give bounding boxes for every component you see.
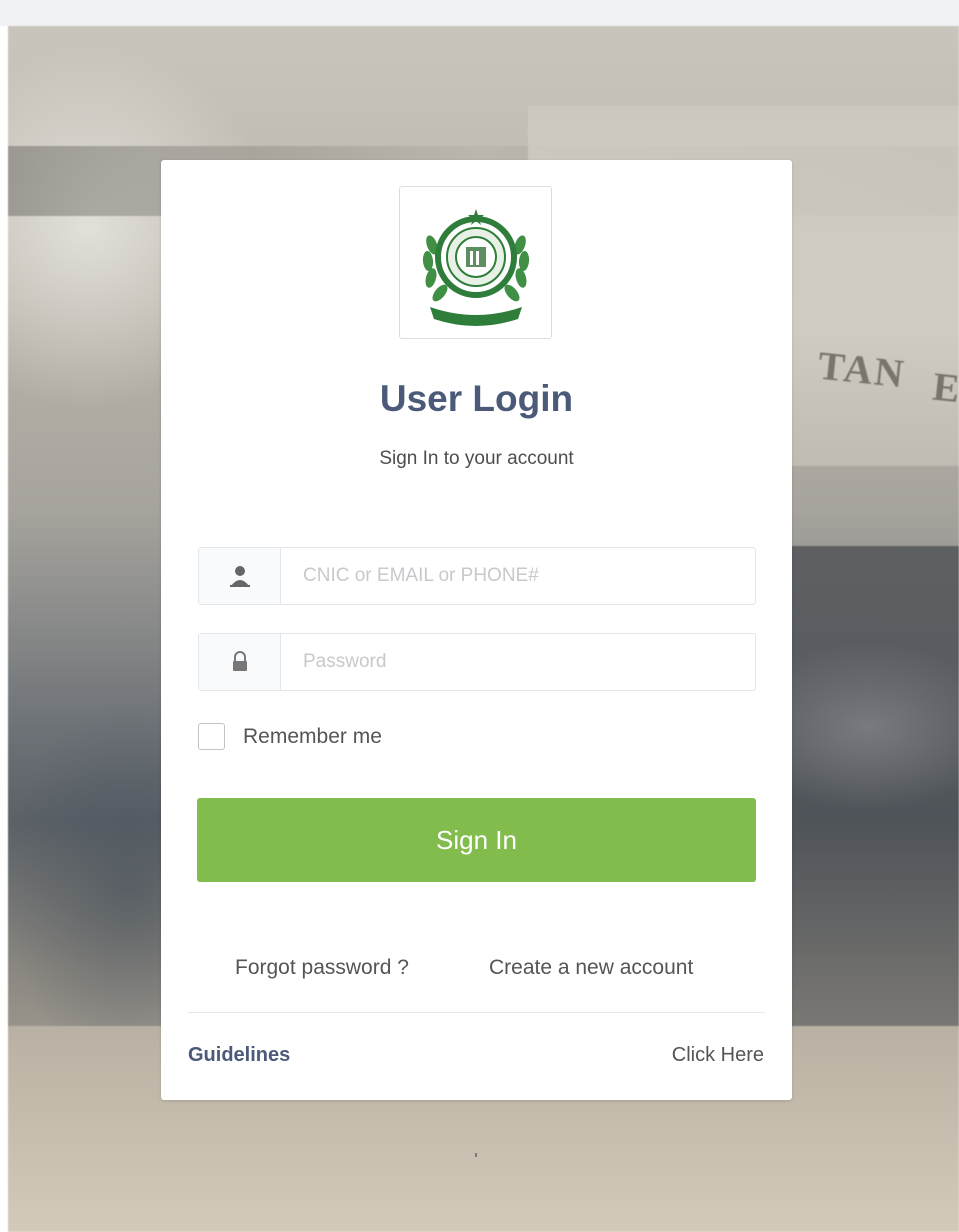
password-addon: [199, 634, 281, 690]
background-shadow: [768, 546, 959, 1066]
background-building-lettering: TAN: [815, 342, 908, 397]
emblem-icon: [422, 209, 530, 326]
create-account-link[interactable]: Create a new account: [489, 956, 693, 980]
password-group: [198, 633, 756, 691]
guidelines-label: Guidelines: [188, 1044, 291, 1066]
lock-icon: [232, 651, 247, 671]
username-addon: [199, 548, 281, 604]
remember-checkbox[interactable]: [198, 723, 225, 750]
password-input[interactable]: [281, 634, 755, 690]
username-input[interactable]: [281, 548, 755, 604]
sign-in-button[interactable]: Sign In: [197, 798, 756, 882]
emblem-logo: [399, 186, 552, 339]
guidelines-click-here-link[interactable]: Click Here: [672, 1044, 764, 1067]
page-title: User Login: [379, 378, 574, 419]
footer-divider: [188, 1012, 765, 1013]
forgot-password-link[interactable]: Forgot password ?: [235, 956, 409, 980]
remember-me[interactable]: Remember me: [198, 723, 382, 750]
login-page: TAN E User Login Sign In to your account…: [0, 0, 959, 1232]
background-speck: [475, 1153, 477, 1157]
login-card: User Login Sign In to your account CNIC …: [161, 160, 792, 1100]
browser-top-strip: [0, 0, 959, 26]
left-edge-strip: [0, 26, 8, 1232]
user-icon: [229, 566, 250, 587]
remember-label: Remember me: [243, 724, 382, 748]
username-group: [198, 547, 756, 605]
page-subtitle: Sign In to your account: [379, 448, 574, 469]
background-building-lettering-cut: E: [930, 363, 959, 412]
